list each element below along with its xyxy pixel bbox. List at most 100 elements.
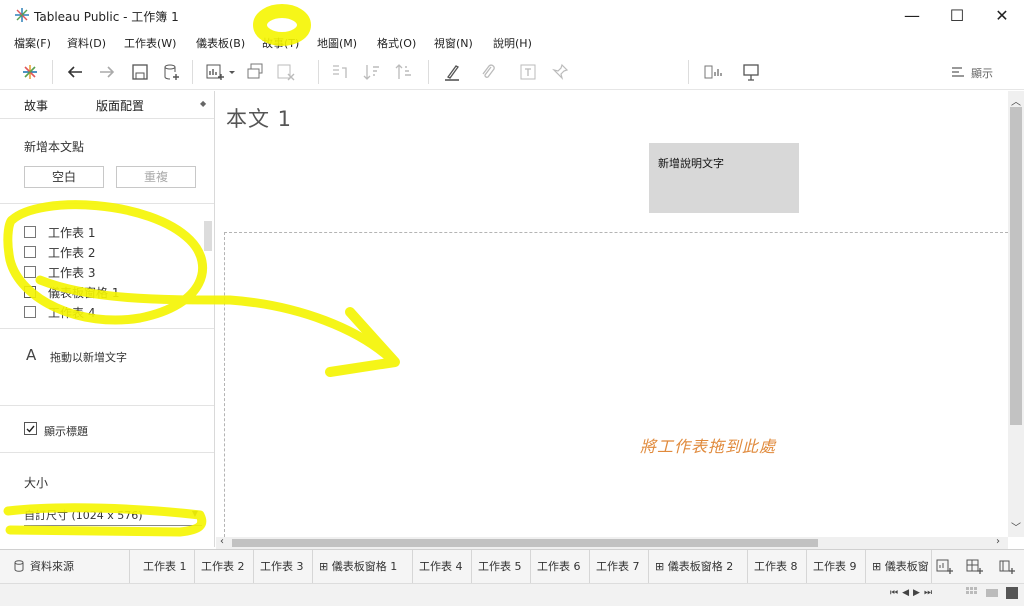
sheet-tab-label: 儀表板窗格 1 (331, 560, 398, 573)
show-title-label: 顯示標題 (44, 425, 88, 438)
menu-data[interactable]: 資料(D) (67, 35, 106, 51)
dashboard-tab[interactable]: ⊞ 儀表板窗 (866, 550, 932, 584)
chevron-down-icon[interactable] (227, 62, 237, 82)
presentation-mode-icon[interactable] (741, 62, 761, 82)
dashboard-tab[interactable]: ⊞ 儀表板窗格 2 (649, 550, 748, 584)
sheet-list-scrollbar[interactable] (204, 221, 212, 251)
sheet-tab[interactable]: 工作表 2 (195, 550, 254, 584)
show-me-icon (951, 66, 967, 83)
menu-help[interactable]: 說明(H) (493, 35, 532, 51)
sheet-list-item[interactable]: 儀表板窗格 1 (24, 284, 119, 301)
sheet-label: 工作表 3 (48, 266, 96, 280)
sheet-sorter-icon[interactable] (966, 587, 978, 602)
dashboard-icon (24, 286, 36, 298)
show-mark-labels-icon[interactable] (518, 62, 538, 82)
filmstrip-icon[interactable] (986, 587, 998, 602)
tab-layout[interactable]: 版面配置 (96, 97, 144, 114)
sheet-tab-label: 工作表 9 (813, 560, 857, 573)
sort-descending-icon[interactable] (394, 62, 414, 82)
text-object-icon: A (26, 346, 37, 364)
tabs-view-icon[interactable] (1006, 587, 1018, 602)
status-bar: ⏮◀▶⏭ (0, 583, 1024, 606)
new-worksheet-icon[interactable] (205, 62, 225, 82)
chevron-down-icon: ▼ (191, 509, 198, 518)
sheet-tab[interactable]: 工作表 9 (807, 550, 866, 584)
sheet-tab[interactable]: 工作表 3 (254, 550, 313, 584)
minimize-button[interactable]: — (890, 4, 934, 28)
show-cards-icon[interactable] (703, 62, 723, 82)
clear-sheet-icon[interactable] (276, 62, 296, 82)
new-worksheet-tab-icon[interactable] (936, 558, 954, 579)
sheet-list-item[interactable]: 工作表 1 (24, 224, 95, 241)
menu-file[interactable]: 檔案(F) (14, 35, 51, 51)
scroll-left-icon[interactable]: ‹ (220, 536, 224, 547)
worksheet-icon (24, 246, 36, 258)
sheet-tab-label: 工作表 1 (143, 560, 187, 573)
menu-worksheet[interactable]: 工作表(W) (124, 35, 176, 51)
sheet-list-item[interactable]: 工作表 3 (24, 264, 95, 281)
sheet-list-item[interactable]: 工作表 2 (24, 244, 95, 261)
sheet-tab-label: 工作表 7 (596, 560, 640, 573)
worksheet-icon (24, 266, 36, 278)
tableau-home-icon[interactable] (20, 62, 40, 82)
menu-window[interactable]: 視窗(N) (434, 35, 473, 51)
sort-ascending-icon[interactable] (362, 62, 382, 82)
sheet-tab[interactable]: 工作表 1 (137, 550, 195, 584)
new-dashboard-tab-icon[interactable] (966, 558, 984, 579)
maximize-button[interactable]: ☐ (935, 4, 979, 28)
vertical-scroll-thumb[interactable] (1010, 107, 1022, 425)
scroll-down-icon[interactable]: ﹀ (1011, 519, 1021, 534)
duplicate-button[interactable]: 重複 (116, 166, 196, 188)
sheet-list-item[interactable]: 工作表 4 (24, 304, 95, 321)
back-arrow-icon[interactable] (65, 62, 85, 82)
dashboard-icon: ⊞ (655, 560, 668, 573)
pin-icon[interactable] (550, 62, 570, 82)
sheet-label: 工作表 1 (48, 226, 96, 240)
worksheet-icon (24, 226, 36, 238)
data-source-label: 資料來源 (30, 560, 74, 573)
save-icon[interactable] (130, 62, 150, 82)
database-icon (14, 560, 24, 572)
show-title-checkbox[interactable] (24, 422, 37, 435)
sheet-tab-label: 儀表板窗 (884, 560, 929, 573)
new-story-tab-icon[interactable] (998, 558, 1016, 579)
drag-to-add-text-label[interactable]: 拖動以新增文字 (50, 349, 127, 365)
tab-menu-icon[interactable]: ◆ (200, 99, 206, 108)
story-title[interactable]: 本文 1 (226, 103, 292, 133)
sheet-tab[interactable]: 工作表 8 (748, 550, 807, 584)
new-data-source-icon[interactable] (162, 62, 182, 82)
sheet-label: 儀表板窗格 1 (48, 286, 120, 300)
sheet-drop-zone[interactable] (224, 232, 1008, 537)
scroll-right-icon[interactable]: › (996, 536, 1000, 547)
checkmark-icon (26, 425, 35, 433)
horizontal-scroll-thumb[interactable] (232, 539, 818, 547)
dashboard-tab[interactable]: ⊞ 儀表板窗格 1 (313, 550, 413, 584)
group-paperclip-icon[interactable] (478, 62, 498, 82)
swap-rows-columns-icon[interactable] (330, 62, 350, 82)
horizontal-scrollbar[interactable]: ‹ › (216, 536, 1008, 549)
sheet-tab[interactable]: 工作表 7 (590, 550, 649, 584)
highlight-pen-icon[interactable] (442, 62, 462, 82)
toolbar-separator (428, 60, 429, 84)
menu-dashboard[interactable]: 儀表板(B) (196, 35, 245, 51)
menu-map[interactable]: 地圖(M) (317, 35, 357, 51)
scroll-up-icon[interactable]: ︿ (1011, 93, 1021, 108)
close-button[interactable]: ✕ (980, 4, 1024, 28)
sheet-tab-label: 工作表 2 (201, 560, 245, 573)
blank-button[interactable]: 空白 (24, 166, 104, 188)
sheet-tab[interactable]: 工作表 6 (531, 550, 590, 584)
tab-story[interactable]: 故事 (24, 97, 48, 114)
sheet-tab[interactable]: 工作表 4 (413, 550, 472, 584)
sheet-label: 工作表 2 (48, 246, 96, 260)
sheet-navigation-icons[interactable]: ⏮◀▶⏭ (890, 588, 936, 598)
menu-format[interactable]: 格式(O) (377, 35, 416, 51)
sheet-tab[interactable]: 工作表 5 (472, 550, 531, 584)
size-dropdown[interactable]: 自訂尺寸 (1024 x 576) ▼ (24, 504, 202, 526)
story-canvas: 本文 1 新增說明文字 將工作表拖到此處 (216, 91, 1008, 537)
forward-arrow-icon[interactable] (97, 62, 117, 82)
duplicate-sheet-icon[interactable] (246, 62, 266, 82)
caption-box[interactable]: 新增說明文字 (649, 143, 799, 213)
data-source-tab[interactable]: 資料來源 (0, 550, 130, 584)
menu-story[interactable]: 故事(T) (262, 35, 299, 51)
vertical-scrollbar[interactable]: ︿ ﹀ (1008, 91, 1024, 537)
